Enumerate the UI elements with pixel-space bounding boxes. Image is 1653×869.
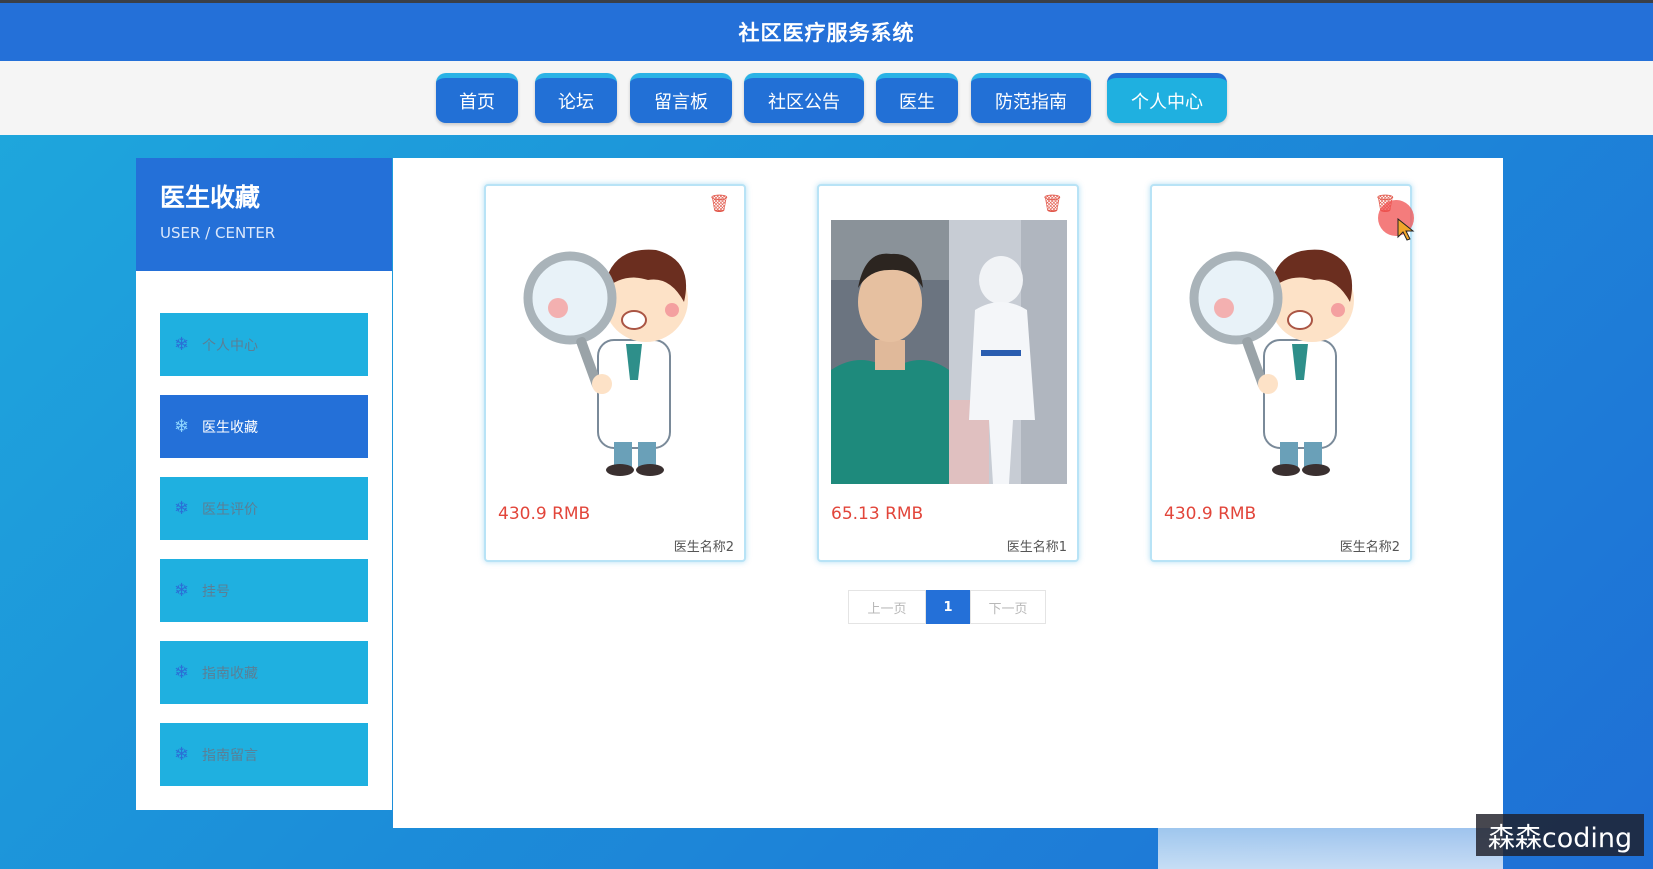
- snowflake-icon: ❄: [174, 744, 190, 765]
- nav-home[interactable]: 首页: [436, 73, 518, 123]
- doctor-name: 医生名称2: [1339, 540, 1400, 555]
- nav-personal-center[interactable]: 个人中心: [1107, 73, 1227, 123]
- sidebar-item-label: 个人中心: [202, 337, 258, 354]
- top-header: 社区医疗服务系统: [0, 0, 1653, 61]
- watermark: 森森coding: [1476, 814, 1644, 856]
- nav-message-board[interactable]: 留言板: [630, 73, 732, 123]
- doctor-price: 430.9 RMB: [1164, 504, 1257, 524]
- nav-label: 社区公告: [768, 91, 840, 113]
- sidebar: 医生收藏 USER / CENTER ❄ 个人中心 ❄ 医生收藏 ❄ 医生评价 …: [136, 158, 392, 810]
- trash-icon[interactable]: 🗑: [708, 194, 730, 214]
- doctor-card[interactable]: 🗑 430.9 RMB 医生名称2: [484, 184, 746, 562]
- nav-band: 首页 论坛 留言板 社区公告 医生 防范指南 个人中心: [0, 61, 1653, 135]
- sidebar-item-registration[interactable]: ❄ 挂号: [160, 559, 368, 622]
- sidebar-item-personal-center[interactable]: ❄ 个人中心: [160, 313, 368, 376]
- doctor-image: [498, 220, 734, 484]
- doctor-price: 430.9 RMB: [498, 504, 591, 524]
- doctor-photo-icon: [831, 220, 1067, 484]
- nav-prevention-guide[interactable]: 防范指南: [971, 73, 1091, 123]
- sidebar-item-guide-comments[interactable]: ❄ 指南留言: [160, 723, 368, 786]
- snowflake-icon: ❄: [174, 662, 190, 683]
- snowflake-icon: ❄: [174, 334, 190, 355]
- doctor-name: 医生名称2: [673, 540, 734, 555]
- snowflake-icon: ❄: [174, 580, 190, 601]
- next-page-button[interactable]: 下一页: [970, 590, 1046, 624]
- sidebar-item-doctor-favorites[interactable]: ❄ 医生收藏: [160, 395, 368, 458]
- cartoon-doctor-icon: [523, 249, 688, 476]
- nav-label: 首页: [459, 91, 495, 113]
- sidebar-item-label: 挂号: [202, 583, 230, 600]
- site-title: 社区医疗服务系统: [738, 21, 915, 45]
- sidebar-item-label: 医生收藏: [202, 419, 258, 436]
- doctor-image: [831, 220, 1067, 484]
- decorative-glow: [1158, 696, 1503, 869]
- doctor-card[interactable]: 🗑 65.13 RMB 医生名称1: [817, 184, 1079, 562]
- page-1-button[interactable]: 1: [926, 590, 970, 624]
- sidebar-header: 医生收藏 USER / CENTER: [136, 158, 392, 271]
- nav-label: 论坛: [558, 91, 594, 113]
- pagination: 上一页 1 下一页: [848, 590, 1046, 624]
- trash-icon[interactable]: 🗑: [1041, 194, 1063, 214]
- sidebar-item-label: 指南留言: [202, 747, 258, 764]
- doctor-card[interactable]: 🗑 430.9 RMB 医生名称2: [1150, 184, 1412, 562]
- nav-announcements[interactable]: 社区公告: [744, 73, 864, 123]
- nav-label: 医生: [899, 91, 935, 113]
- sidebar-title: 医生收藏: [160, 183, 261, 212]
- sidebar-item-guide-favorites[interactable]: ❄ 指南收藏: [160, 641, 368, 704]
- nav-label: 个人中心: [1131, 91, 1203, 113]
- prev-page-button[interactable]: 上一页: [848, 590, 926, 624]
- sidebar-item-label: 指南收藏: [202, 665, 258, 682]
- doctor-name: 医生名称1: [1006, 540, 1067, 555]
- snowflake-icon: ❄: [174, 498, 190, 519]
- sidebar-item-doctor-reviews[interactable]: ❄ 医生评价: [160, 477, 368, 540]
- doctor-image: [1164, 220, 1400, 484]
- nav-forum[interactable]: 论坛: [535, 73, 617, 123]
- doctor-price: 65.13 RMB: [831, 504, 924, 524]
- nav-label: 防范指南: [995, 91, 1067, 113]
- sidebar-item-label: 医生评价: [202, 501, 258, 518]
- snowflake-icon: ❄: [174, 416, 190, 437]
- sidebar-subtitle: USER / CENTER: [160, 224, 276, 242]
- nav-label: 留言板: [654, 91, 708, 113]
- main-nav: 首页 论坛 留言板 社区公告 医生 防范指南 个人中心: [0, 73, 1653, 125]
- mouse-cursor-icon: [1397, 218, 1415, 241]
- cartoon-doctor-icon: [1189, 249, 1354, 476]
- nav-doctors[interactable]: 医生: [876, 73, 958, 123]
